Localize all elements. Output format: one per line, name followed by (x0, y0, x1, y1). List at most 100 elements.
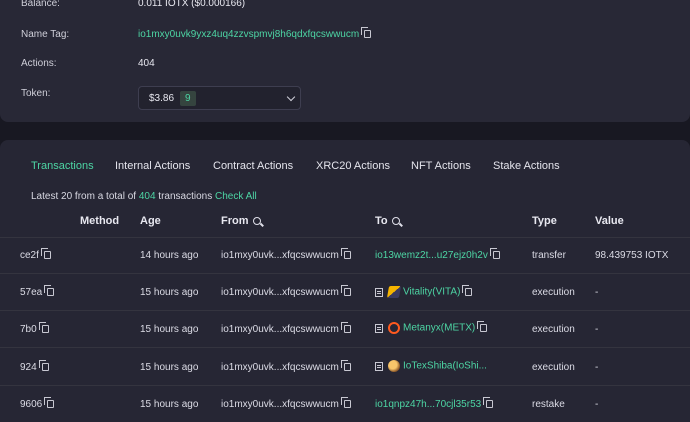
to-token[interactable]: Vitality(VITA) (403, 287, 460, 298)
name-tag-label: Name Tag: (21, 29, 70, 40)
contract-icon (375, 361, 383, 371)
from-address[interactable]: io1mxy0uvk...xfqcswwucm (221, 362, 339, 373)
header-age: Age (140, 215, 161, 227)
row-divider (0, 273, 690, 274)
contract-icon (375, 323, 383, 333)
from-cell: io1mxy0uvk...xfqcswwucm (221, 397, 351, 410)
to-token[interactable]: Metanyx(METX) (403, 323, 475, 334)
tab-contract-actions[interactable]: Contract Actions (213, 160, 293, 172)
type-cell: execution (532, 324, 575, 335)
to-cell: Vitality(VITA) (375, 285, 473, 298)
tab-stake-actions[interactable]: Stake Actions (493, 160, 560, 172)
contract-icon (375, 287, 383, 297)
age-cell: 15 hours ago (140, 287, 199, 298)
tab-transactions[interactable]: Transactions (31, 160, 94, 172)
balance-label: Balance: (21, 0, 60, 9)
token-dropdown[interactable]: $3.86 9 (138, 86, 301, 110)
age-cell: 15 hours ago (140, 362, 199, 373)
header-divider (0, 237, 690, 238)
tx-hash[interactable]: ce2f (20, 250, 39, 261)
tx-hash[interactable]: 57ea (20, 287, 42, 298)
actions-label: Actions: (21, 58, 57, 69)
from-address[interactable]: io1mxy0uvk...xfqcswwucm (221, 287, 339, 298)
token-count-badge: 9 (180, 90, 196, 106)
tab-nft-actions[interactable]: NFT Actions (411, 160, 471, 172)
summary-suffix: transactions (155, 191, 216, 202)
to-cell: io1qnpz47h...70cjl35r53 (375, 397, 494, 410)
copy-icon[interactable] (340, 322, 351, 334)
metx-logo-icon (388, 322, 400, 334)
tx-hash[interactable]: 7b0 (20, 324, 37, 335)
copy-icon[interactable] (38, 360, 49, 372)
header-value: Value (595, 215, 624, 227)
value-cell: - (595, 324, 599, 335)
name-tag-row: io1mxy0uvk9yxz4uq4zzvspmvj8h6qdxfqcswwuc… (138, 27, 372, 40)
value-cell: - (595, 362, 599, 373)
tx-hash-cell: 924 (20, 360, 49, 373)
copy-icon[interactable] (340, 360, 351, 372)
copy-icon[interactable] (361, 27, 372, 39)
copy-icon[interactable] (340, 285, 351, 297)
check-all-link[interactable]: Check All (215, 191, 257, 202)
token-label: Token: (21, 88, 51, 99)
copy-icon[interactable] (38, 322, 49, 334)
from-address[interactable]: io1mxy0uvk...xfqcswwucm (221, 324, 339, 335)
copy-icon[interactable] (44, 397, 55, 409)
header-from[interactable]: From (221, 215, 261, 227)
from-cell: io1mxy0uvk...xfqcswwucm (221, 360, 351, 373)
to-address[interactable]: io1qnpz47h...70cjl35r53 (375, 399, 481, 410)
tx-hash-cell: 57ea (20, 285, 55, 298)
value-cell: - (595, 287, 599, 298)
to-address[interactable]: io13wemz2t...u27ejz0h2v (375, 250, 488, 261)
transactions-summary: Latest 20 from a total of 404 transactio… (31, 191, 257, 202)
copy-icon[interactable] (340, 248, 351, 260)
tx-hash-cell: 7b0 (20, 322, 49, 335)
tx-hash-cell[interactable]: ce2f (20, 248, 51, 261)
type-cell: execution (532, 362, 575, 373)
search-icon[interactable] (391, 217, 400, 226)
from-address[interactable]: io1mxy0uvk...xfqcswwucm (221, 250, 339, 261)
copy-icon[interactable] (462, 285, 473, 296)
tab-internal-actions[interactable]: Internal Actions (115, 160, 190, 172)
tx-hash[interactable]: 9606 (20, 399, 42, 410)
actions-value: 404 (138, 58, 155, 69)
header-method: Method (80, 215, 120, 227)
row-divider (0, 347, 690, 348)
copy-icon[interactable] (40, 248, 51, 260)
tx-hash-cell: 9606 (20, 397, 55, 410)
summary-prefix: Latest 20 from a total of (31, 191, 139, 202)
name-tag-value[interactable]: io1mxy0uvk9yxz4uq4zzvspmvj8h6qdxfqcswwuc… (138, 29, 359, 40)
address-overview-card: Balance: 0.011 IOTX ($0.000166) Name Tag… (0, 0, 690, 122)
age-cell: 15 hours ago (140, 399, 199, 410)
from-cell: io1mxy0uvk...xfqcswwucm (221, 322, 351, 335)
copy-icon[interactable] (483, 397, 494, 409)
header-to[interactable]: To (375, 215, 400, 227)
header-type: Type (532, 215, 557, 227)
tab-xrc20-actions[interactable]: XRC20 Actions (316, 160, 390, 172)
value-cell: 98.439753 IOTX (595, 250, 669, 261)
shiba-logo-icon (388, 360, 400, 372)
to-token[interactable]: IoTexShiba(IoShi... (403, 361, 487, 372)
type-cell: execution (532, 287, 575, 298)
row-divider (0, 385, 690, 386)
copy-icon[interactable] (44, 285, 55, 297)
from-address[interactable]: io1mxy0uvk...xfqcswwucm (221, 399, 339, 410)
token-value: $3.86 (149, 92, 175, 104)
age-cell: 14 hours ago (140, 250, 199, 261)
activity-card (0, 140, 690, 422)
summary-total: 404 (138, 191, 156, 202)
to-cell: io13wemz2t...u27ejz0h2v (375, 248, 500, 261)
to-cell: IoTexShiba(IoShi... (375, 360, 487, 372)
row-divider (0, 310, 690, 311)
from-cell: io1mxy0uvk...xfqcswwucm (221, 248, 351, 261)
tx-hash[interactable]: 924 (20, 362, 37, 373)
age-cell: 15 hours ago (140, 324, 199, 335)
copy-icon[interactable] (489, 248, 500, 260)
search-icon[interactable] (252, 217, 261, 226)
vita-logo-icon (386, 286, 402, 298)
copy-icon[interactable] (477, 321, 488, 332)
copy-icon[interactable] (340, 397, 351, 409)
from-cell: io1mxy0uvk...xfqcswwucm (221, 285, 351, 298)
header-from-label: From (221, 215, 249, 227)
header-to-label: To (375, 215, 388, 227)
